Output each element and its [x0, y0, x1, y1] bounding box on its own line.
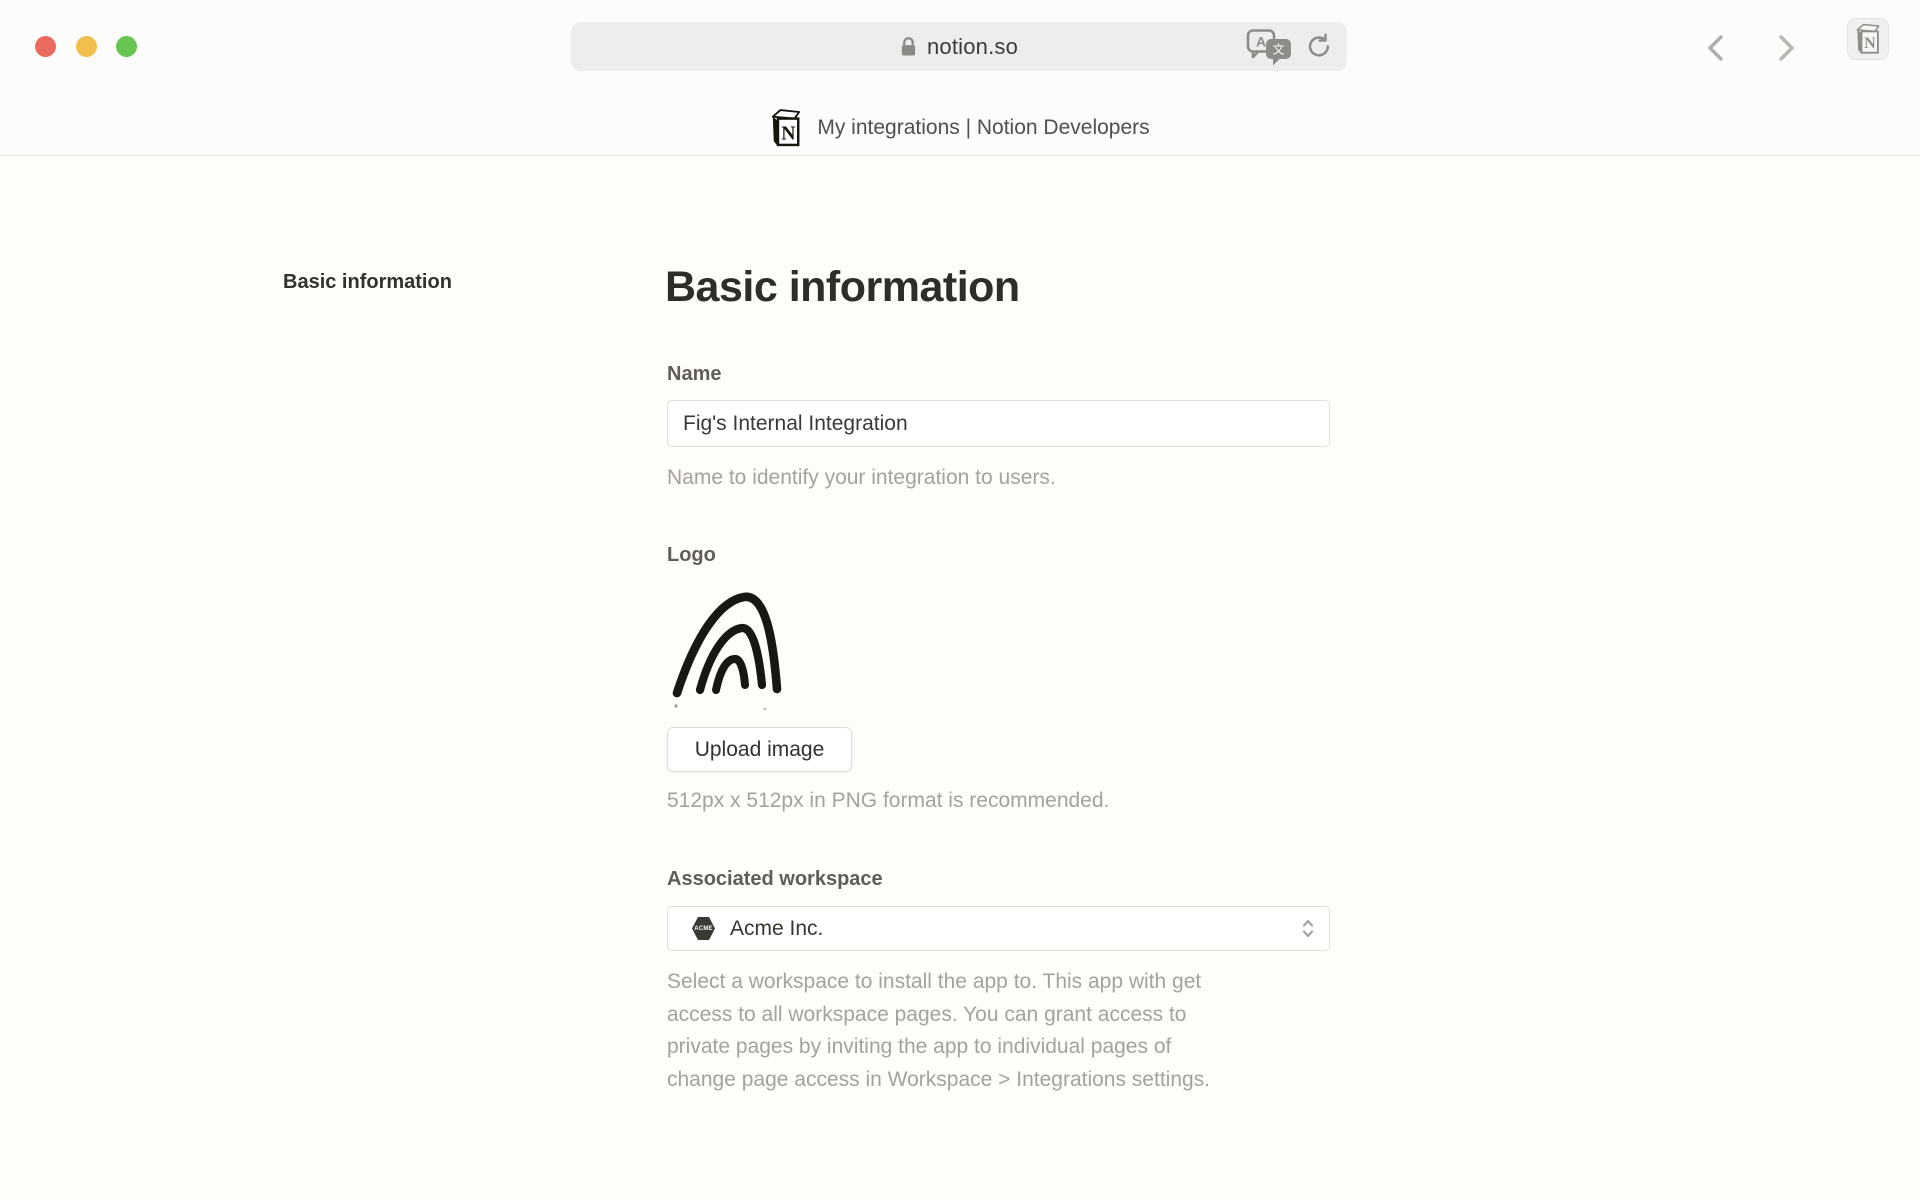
select-stepper-icon[interactable]: [1301, 917, 1315, 940]
integration-logo-image: [670, 589, 788, 716]
associated-workspace-label: Associated workspace: [667, 868, 883, 891]
cube-letter: N: [782, 122, 796, 144]
forward-button[interactable]: [1775, 33, 1799, 63]
notion-logo-icon: N: [770, 108, 802, 148]
reload-icon[interactable]: [1306, 33, 1333, 60]
translate-icon[interactable]: A 文: [1246, 27, 1292, 67]
workspace-select[interactable]: ACME Acme Inc.: [667, 906, 1330, 951]
back-button[interactable]: [1703, 33, 1727, 63]
close-window-button[interactable]: [35, 36, 56, 57]
ink-speck: [674, 704, 677, 707]
notion-cube-gray-icon: N: [1855, 23, 1881, 55]
acme-badge-text: ACME: [694, 926, 712, 932]
notion-app-icon[interactable]: N: [1847, 18, 1889, 60]
chevron-left-icon: [1705, 34, 1725, 62]
name-label: Name: [667, 363, 721, 386]
workspace-help-line: Select a workspace to install the app to…: [667, 966, 1367, 999]
translate-a-glyph: A: [1256, 33, 1266, 49]
lock-icon: [900, 36, 917, 57]
minimize-window-button[interactable]: [76, 36, 97, 57]
workspace-selected-value: Acme Inc.: [730, 917, 1301, 941]
translate-cjk-glyph: 文: [1272, 41, 1284, 56]
browser-chrome: notion.so A 文: [0, 0, 1920, 156]
name-help-text: Name to identify your integration to use…: [667, 466, 1056, 490]
page-content: Basic information Basic information Name…: [0, 157, 1920, 1200]
workspace-help-line: access to all workspace pages. You can g…: [667, 999, 1367, 1032]
cube-letter: N: [1864, 35, 1876, 52]
address-bar[interactable]: notion.so A 文: [571, 22, 1347, 71]
browser-window: notion.so A 文: [0, 0, 1920, 1200]
chevron-right-icon: [1777, 34, 1797, 62]
page-title: My integrations | Notion Developers: [817, 116, 1149, 140]
workspace-help-line: private pages by inviting the app to ind…: [667, 1031, 1367, 1064]
workspace-help-line: change page access in Workspace > Integr…: [667, 1064, 1367, 1097]
sidebar-item-basic-information[interactable]: Basic information: [283, 271, 452, 294]
acme-workspace-icon: ACME: [692, 917, 715, 940]
ink-speck: [764, 708, 767, 711]
logo-label: Logo: [667, 544, 716, 567]
page-heading: Basic information: [665, 263, 1020, 312]
zoom-window-button[interactable]: [116, 36, 137, 57]
workspace-help-text: Select a workspace to install the app to…: [667, 966, 1367, 1096]
logo-help-text: 512px x 512px in PNG format is recommend…: [667, 789, 1109, 813]
name-input[interactable]: [667, 400, 1330, 447]
url-text: notion.so: [927, 34, 1018, 60]
window-title-bar: N My integrations | Notion Developers: [0, 103, 1920, 153]
upload-image-button[interactable]: Upload image: [667, 727, 852, 772]
